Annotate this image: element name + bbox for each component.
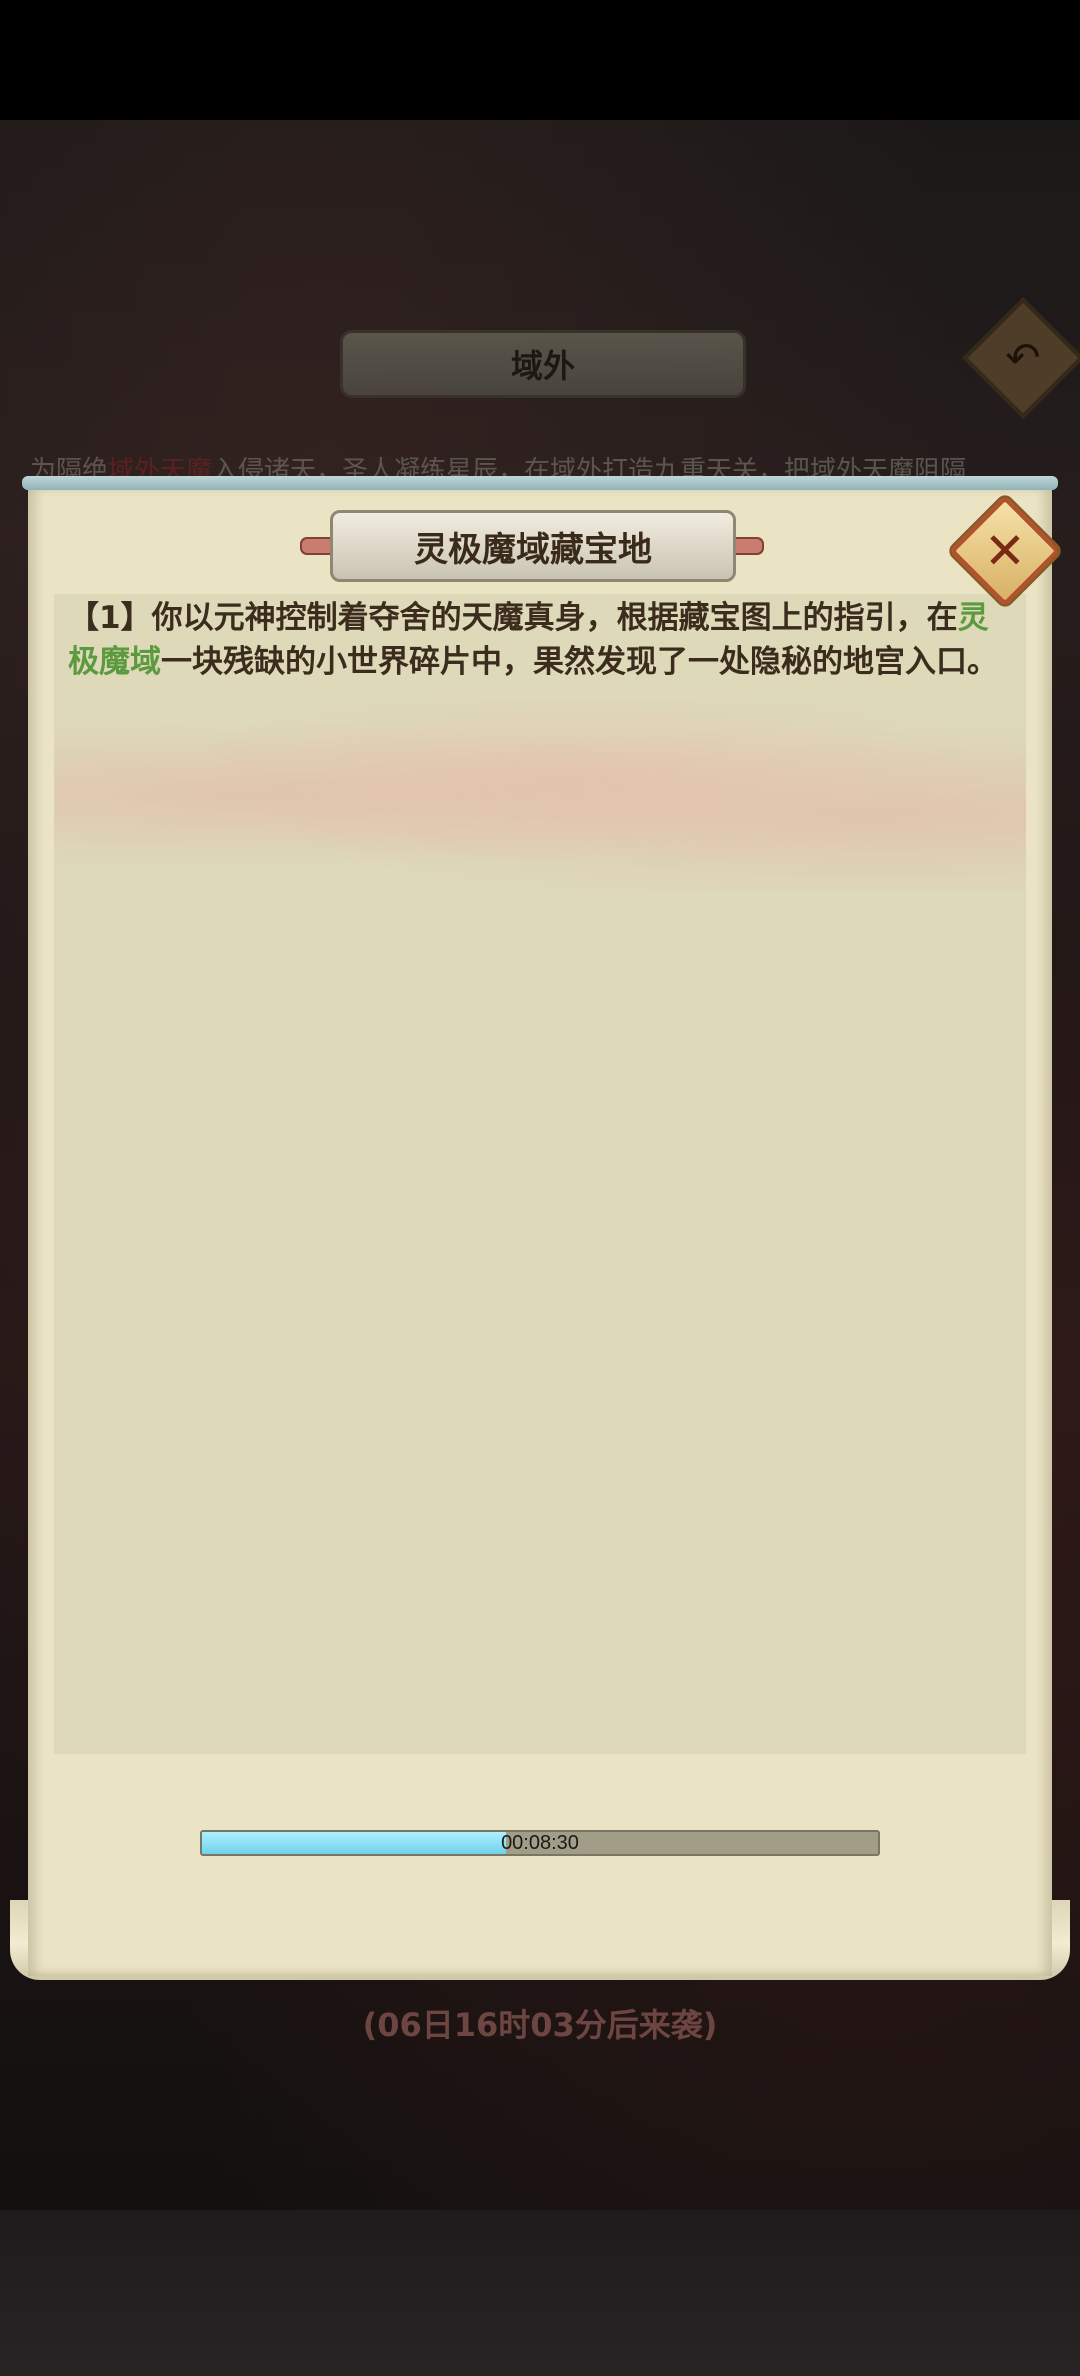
scroll-top-rod bbox=[22, 476, 1058, 490]
cloud-decoration bbox=[54, 700, 1026, 890]
navigation-bar bbox=[0, 2210, 1080, 2376]
story-text: 【1】你以元神控制着夺舍的天魔真身，根据藏宝图上的指引，在灵极魔域一块残缺的小世… bbox=[68, 596, 1018, 684]
dialog-title: 灵极魔域藏宝地 bbox=[330, 510, 736, 582]
status-bar bbox=[0, 0, 1080, 120]
story-text-part1: 【1】你以元神控制着夺舍的天魔真身，根据藏宝图上的指引，在 bbox=[68, 600, 958, 636]
close-icon: ✕ bbox=[984, 522, 1026, 580]
story-text-part2: 一块残缺的小世界碎片中，果然发现了一处隐秘的地宫入口。 bbox=[161, 644, 998, 680]
progress-timer: 00:08:30 bbox=[501, 1832, 579, 1854]
exploration-progress-bar: 00:08:30 bbox=[200, 1830, 880, 1856]
